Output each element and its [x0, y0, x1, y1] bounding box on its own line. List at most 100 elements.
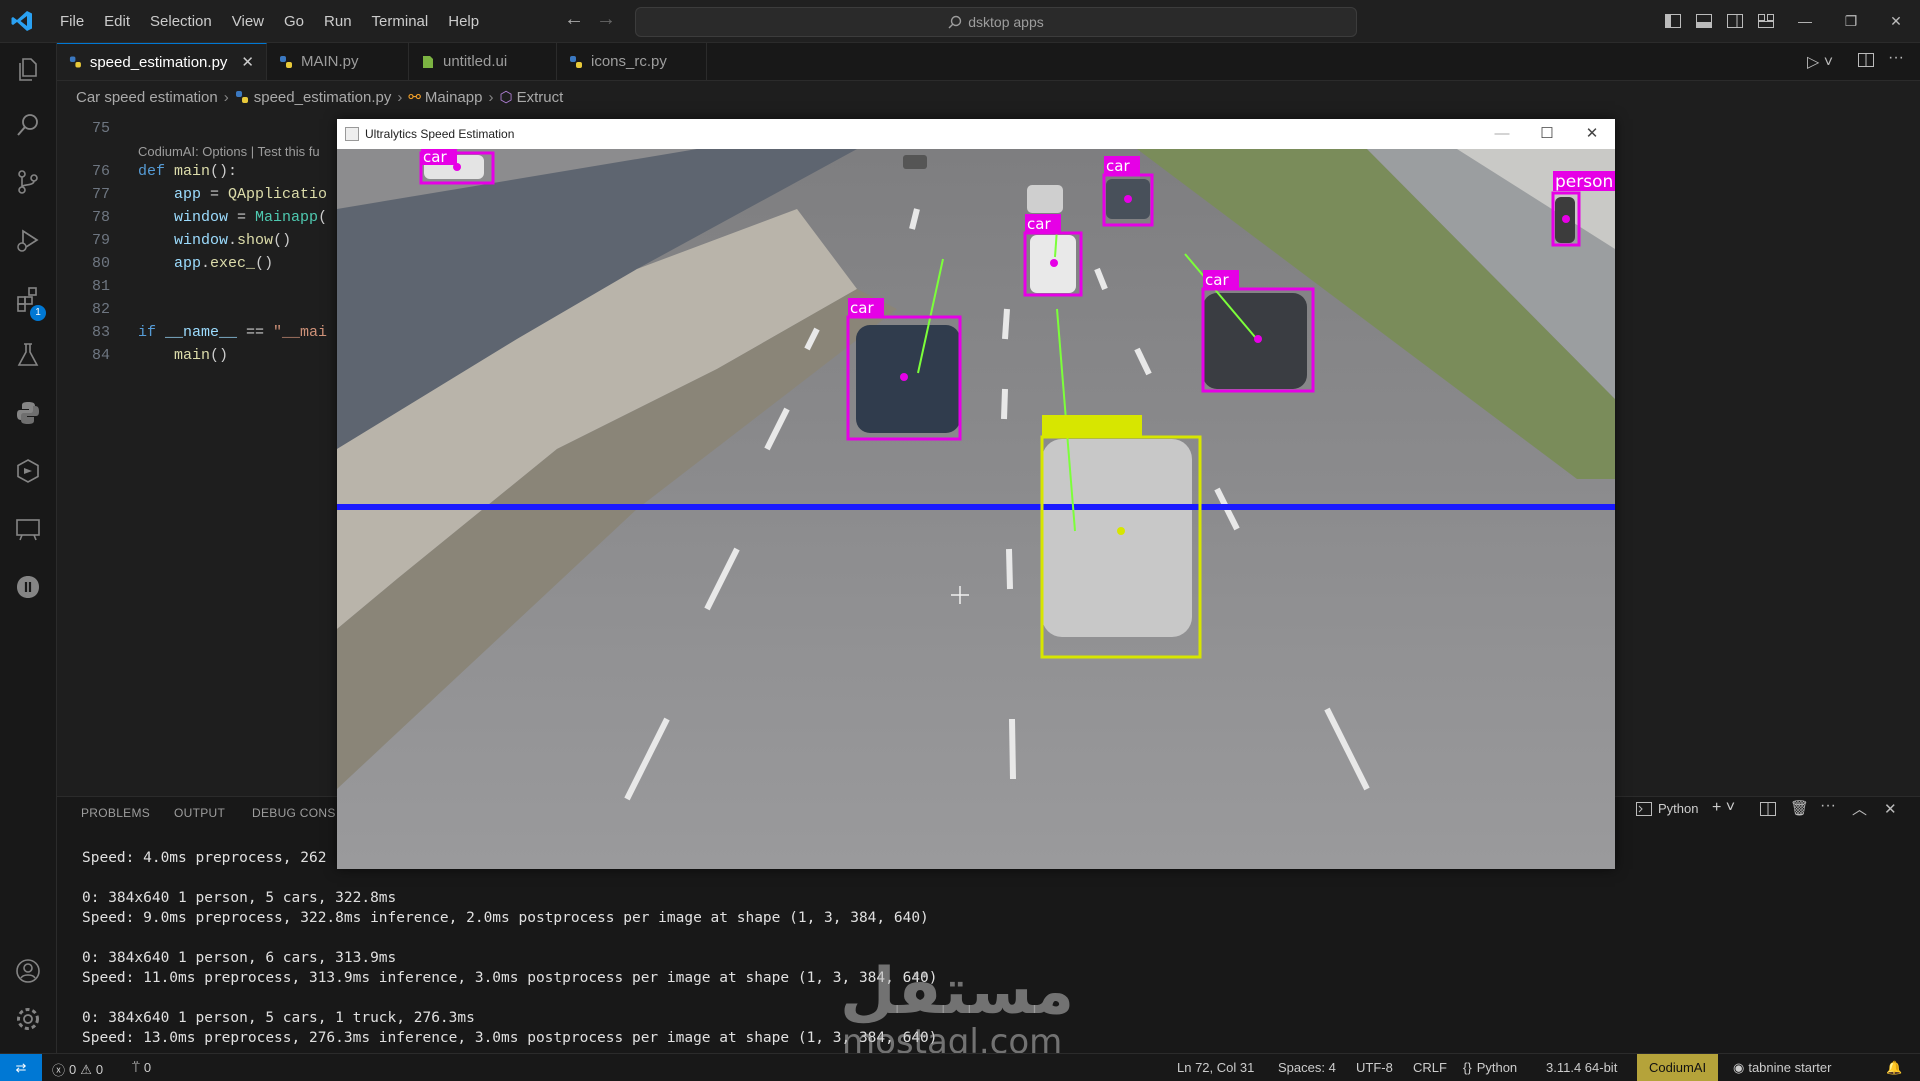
video-window-titlebar[interactable]: Ultralytics Speed Estimation — ☐ ✕ [337, 119, 1615, 149]
terminal-shell-selector[interactable]: Python [1636, 801, 1698, 816]
menu-run[interactable]: Run [314, 13, 362, 30]
tab-untitled-ui[interactable]: untitled.ui [409, 43, 557, 80]
forward-arrow-icon[interactable]: → [596, 8, 616, 31]
tab-label: icons_rc.py [591, 53, 667, 70]
menu-bar: File Edit Selection View Go Run Terminal… [50, 0, 489, 42]
notifications-bell-icon[interactable]: 🔔 [1886, 1060, 1902, 1076]
menu-selection[interactable]: Selection [140, 13, 222, 30]
terminal-line: Speed: 9.0ms preprocess, 322.8ms inferen… [82, 910, 929, 926]
tabnine-status[interactable]: ◉ tabnine starter [1733, 1060, 1831, 1076]
line-number: 83 [91, 324, 110, 341]
error-icon: ⓧ [52, 1063, 66, 1078]
python-file-icon [280, 55, 292, 68]
menu-terminal[interactable]: Terminal [362, 13, 439, 30]
breadcrumb-class[interactable]: Mainapp [425, 89, 483, 106]
tab-label: MAIN.py [301, 53, 359, 70]
breadcrumb-file[interactable]: speed_estimation.py [254, 89, 392, 106]
close-window-icon[interactable]: ✕ [1581, 123, 1603, 145]
detection-label: car [1205, 271, 1229, 289]
python-icon[interactable] [14, 399, 42, 427]
activity-bar: 1 [0, 43, 57, 1053]
warning-count: 0 [95, 1062, 104, 1077]
code-line: window = Mainapp( [174, 209, 328, 226]
tab-speed-estimation[interactable]: speed_estimation.py ✕ [57, 43, 267, 80]
close-panel-icon[interactable]: ✕ [1884, 800, 1897, 818]
watermark: مستقل mostaql.com [840, 960, 1074, 1060]
run-debug-icon[interactable] [14, 226, 42, 254]
code-line: app.exec_() [174, 255, 274, 272]
line-ending[interactable]: CRLF [1413, 1060, 1447, 1075]
code-line: if __name__ == "__mai [138, 324, 328, 341]
encoding[interactable]: UTF-8 [1356, 1060, 1393, 1075]
breadcrumb-method[interactable]: Extruct [517, 89, 564, 106]
centroid-dot-highlighted [1117, 527, 1125, 535]
command-center-search[interactable]: dsktop apps [635, 7, 1357, 37]
chevron-right-icon: › [397, 88, 403, 106]
tab-output[interactable]: OUTPUT [174, 806, 225, 820]
more-actions-icon[interactable]: ··· [1820, 797, 1836, 815]
code-line: def main(): [138, 163, 238, 180]
maximize-icon[interactable]: ☐ [1536, 123, 1558, 145]
menu-help[interactable]: Help [438, 13, 489, 30]
code-editor[interactable]: 75 CodiumAI: Options | Test this fu 76 7… [57, 110, 337, 796]
menu-view[interactable]: View [222, 13, 274, 30]
python-file-icon [69, 56, 81, 68]
tab-main[interactable]: MAIN.py [267, 43, 409, 80]
ports-indicator[interactable]: ⍡ 0 [132, 1060, 151, 1076]
source-control-icon[interactable] [14, 168, 42, 196]
minimize-icon[interactable]: — [1491, 123, 1513, 145]
indentation[interactable]: Spaces: 4 [1278, 1060, 1336, 1075]
codium-ai-icon[interactable] [14, 573, 42, 601]
testing-flask-icon[interactable] [14, 341, 42, 369]
split-editor-icon[interactable] [1858, 53, 1874, 70]
account-icon[interactable] [14, 957, 42, 985]
tabnine-label: tabnine starter [1748, 1060, 1832, 1075]
close-tab-icon[interactable]: ✕ [241, 53, 254, 71]
code-line: app = QApplicatio [174, 186, 328, 203]
menu-file[interactable]: File [50, 13, 94, 30]
problems-indicator[interactable]: ⓧ 0 ⚠ 0 [52, 1060, 103, 1079]
new-terminal-icon[interactable]: + ˅ [1712, 799, 1735, 817]
language-label: Python [1476, 1060, 1518, 1075]
error-count: 0 [69, 1062, 77, 1077]
toggle-sidebar-icon[interactable] [1662, 10, 1684, 32]
video-frame: car car car car car person [337, 149, 1615, 869]
breadcrumb-folder[interactable]: Car speed estimation [76, 89, 218, 106]
cursor-position[interactable]: Ln 72, Col 31 [1177, 1060, 1254, 1075]
python-interpreter[interactable]: 3.11.4 64-bit [1546, 1060, 1617, 1075]
settings-gear-icon[interactable] [14, 1005, 42, 1033]
minimize-icon[interactable]: — [1794, 10, 1816, 32]
class-icon: ⚯ [408, 89, 421, 106]
tab-debug-console[interactable]: DEBUG CONS [252, 806, 336, 820]
toggle-secondary-sidebar-icon[interactable] [1724, 10, 1746, 32]
label-bg-highlighted [1042, 415, 1142, 437]
status-bar: ⇄ ⓧ 0 ⚠ 0 ⍡ 0 Ln 72, Col 31 Spaces: 4 UTF-8… [0, 1053, 1920, 1081]
speed-estimation-window[interactable]: Ultralytics Speed Estimation — ☐ ✕ car c… [337, 119, 1615, 869]
explorer-icon[interactable] [14, 55, 42, 83]
search-icon[interactable] [14, 111, 42, 139]
maximize-panel-icon[interactable]: ︿ [1852, 798, 1867, 819]
remote-explorer-icon[interactable] [14, 515, 42, 543]
tab-problems[interactable]: PROBLEMS [81, 806, 150, 820]
customize-layout-icon[interactable] [1755, 10, 1777, 32]
codelens-codium[interactable]: CodiumAI: Options | Test this fu [138, 144, 320, 159]
run-python-file-icon[interactable]: ▷ ˅ [1807, 52, 1833, 72]
back-arrow-icon[interactable]: ← [564, 8, 584, 31]
warning-icon: ⚠ [80, 1061, 92, 1077]
language-mode[interactable]: {} Python [1463, 1060, 1517, 1075]
toggle-panel-icon[interactable] [1693, 10, 1715, 32]
tab-icons-rc[interactable]: icons_rc.py [557, 43, 707, 80]
split-terminal-icon[interactable] [1760, 802, 1776, 819]
line-number: 82 [91, 301, 110, 318]
restore-icon[interactable]: ❐ [1840, 10, 1862, 32]
close-window-icon[interactable]: ✕ [1885, 10, 1907, 32]
more-actions-icon[interactable]: ··· [1888, 49, 1904, 67]
terminal-line: 0: 384x640 1 person, 5 cars, 322.8ms [82, 890, 397, 906]
menu-go[interactable]: Go [274, 13, 314, 30]
remote-indicator-icon[interactable]: ⇄ [0, 1054, 42, 1081]
codium-status[interactable]: CodiumAI [1637, 1054, 1719, 1081]
menu-edit[interactable]: Edit [94, 13, 140, 30]
kill-terminal-trash-icon[interactable]: 🗑 [1790, 799, 1809, 817]
terminal-line: 0: 384x640 1 person, 6 cars, 313.9ms [82, 950, 397, 966]
hexagon-extension-icon[interactable] [14, 457, 42, 485]
